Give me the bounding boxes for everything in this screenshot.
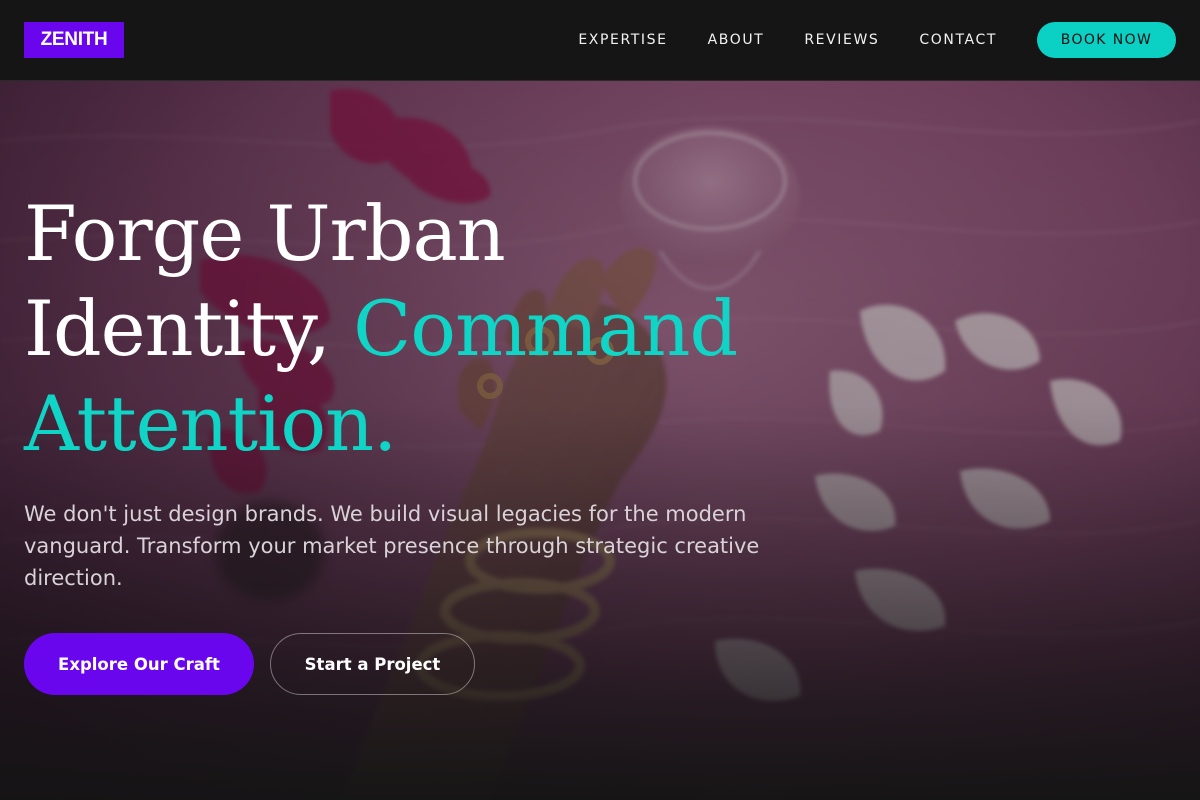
nav-link-contact[interactable]: CONTACT (919, 32, 997, 48)
hero-headline: Forge Urban Identity, Command Attention. (24, 186, 904, 471)
nav-link-about[interactable]: ABOUT (708, 32, 765, 48)
nav-link-expertise[interactable]: EXPERTISE (578, 32, 667, 48)
start-a-project-button[interactable]: Start a Project (270, 633, 475, 695)
explore-our-craft-button[interactable]: Explore Our Craft (24, 633, 254, 695)
headline-line-1: Forge Urban (24, 189, 506, 278)
headline-accent-attention: Attention. (24, 379, 397, 468)
headline-line-2-plain: Identity, (24, 284, 331, 373)
logo[interactable]: ZENITH (24, 22, 124, 58)
hero-subtext: We don't just design brands. We build vi… (24, 502, 760, 590)
nav-link-reviews[interactable]: REVIEWS (804, 32, 879, 48)
headline-line-2: Identity, Command (24, 281, 904, 376)
headline-accent-command: Command (353, 284, 738, 373)
nav-links: EXPERTISE ABOUT REVIEWS CONTACT BOOK NOW (578, 22, 1176, 58)
top-nav: ZENITH EXPERTISE ABOUT REVIEWS CONTACT B… (0, 0, 1200, 81)
book-now-button[interactable]: BOOK NOW (1037, 22, 1176, 58)
landing-page: ZENITH EXPERTISE ABOUT REVIEWS CONTACT B… (0, 0, 1200, 800)
